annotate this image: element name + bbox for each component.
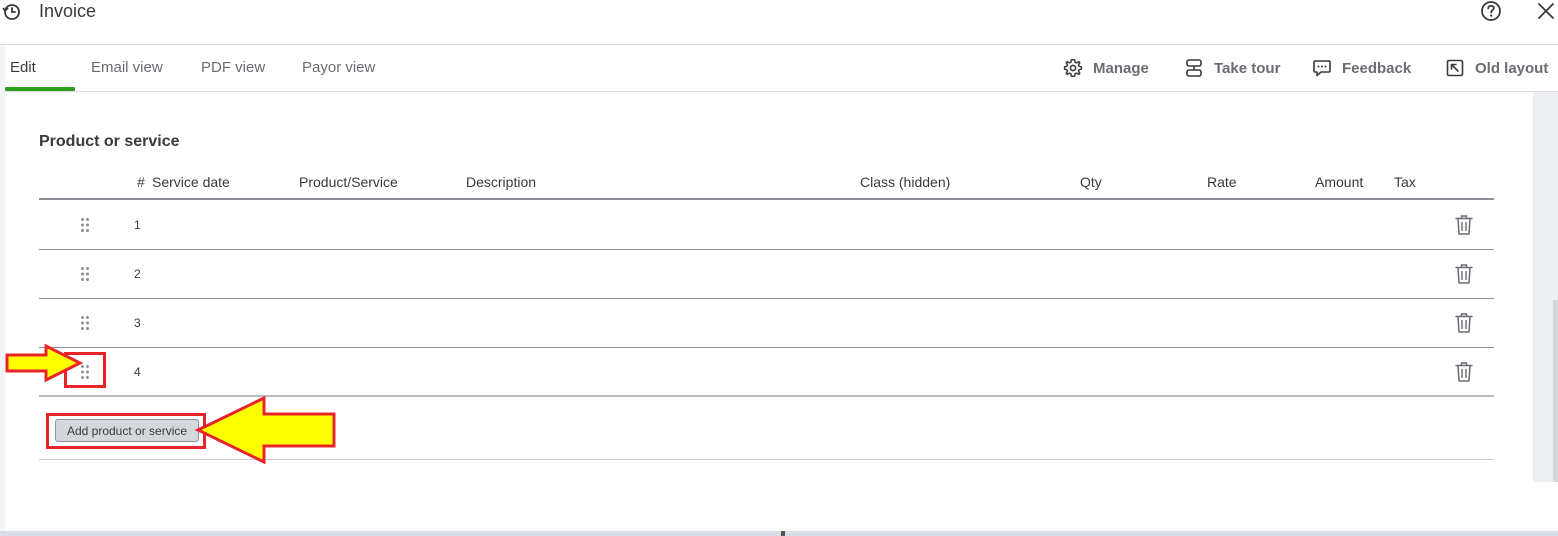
gear-icon [1063, 59, 1083, 77]
active-tab-indicator [5, 87, 75, 91]
feedback-button[interactable]: Feedback [1312, 57, 1411, 79]
invoice-window: Invoice Edit Email view PDF view Payor v… [0, 0, 1558, 536]
drag-handle-icon[interactable] [80, 217, 90, 233]
bottom-divider [0, 531, 1558, 536]
tab-pdf-view[interactable]: PDF view [201, 59, 265, 76]
scrollbar-thumb[interactable] [1553, 300, 1558, 482]
tab-edit[interactable]: Edit [10, 59, 36, 76]
resize-marker [781, 531, 785, 536]
tab-payor-view[interactable]: Payor view [302, 59, 375, 76]
old-layout-label: Old layout [1475, 59, 1549, 77]
table-header: # Service date Product/Service Descripti… [39, 172, 1494, 200]
annotation-box-add-button [46, 413, 206, 449]
tab-email-view[interactable]: Email view [91, 59, 163, 76]
drag-handle-icon[interactable] [80, 315, 90, 331]
old-layout-icon [1446, 59, 1464, 77]
feedback-label: Feedback [1342, 59, 1412, 77]
product-service-section: Product or service # Service date Produc… [5, 92, 1533, 532]
row-number: 1 [134, 218, 141, 232]
column-header-service-date[interactable]: Service date [152, 174, 230, 190]
column-header-rate[interactable]: Rate [1207, 174, 1237, 190]
column-header-description[interactable]: Description [466, 174, 536, 190]
row-number: 2 [134, 267, 141, 281]
history-icon[interactable] [2, 2, 22, 22]
trash-icon[interactable] [1455, 214, 1473, 236]
feedback-icon [1313, 60, 1331, 77]
table-row[interactable]: 4 [39, 348, 1494, 397]
arrow-annotation [5, 343, 84, 383]
title-bar: Invoice [0, 0, 1558, 45]
page-title: Invoice [39, 1, 97, 21]
trash-icon[interactable] [1455, 263, 1473, 285]
take-tour-label: Take tour [1214, 59, 1281, 77]
tour-icon [1186, 59, 1202, 77]
row-number: 4 [134, 365, 141, 379]
trash-icon[interactable] [1455, 361, 1473, 383]
take-tour-button[interactable]: Take tour [1184, 57, 1280, 79]
table-row[interactable]: 3 [39, 299, 1494, 348]
tabs-bar: Edit Email view PDF view Payor view Mana… [0, 45, 1558, 92]
manage-label: Manage [1093, 59, 1149, 77]
close-icon[interactable] [1536, 1, 1556, 21]
table-row[interactable]: 1 [39, 201, 1494, 250]
section-title: Product or service [39, 133, 180, 150]
drag-handle-icon[interactable] [80, 266, 90, 282]
column-header-product-service[interactable]: Product/Service [299, 174, 398, 190]
column-header-amount[interactable]: Amount [1315, 174, 1363, 190]
row-number: 3 [134, 316, 141, 330]
column-header-qty[interactable]: Qty [1080, 174, 1102, 190]
manage-button[interactable]: Manage [1063, 57, 1149, 79]
column-header-class[interactable]: Class (hidden) [860, 174, 950, 190]
trash-icon[interactable] [1455, 312, 1473, 334]
column-header-number: # [137, 174, 145, 190]
table-row[interactable]: 2 [39, 250, 1494, 299]
old-layout-button[interactable]: Old layout [1445, 57, 1548, 79]
help-icon[interactable] [1480, 0, 1502, 22]
arrow-annotation [194, 395, 336, 465]
column-header-tax[interactable]: Tax [1394, 174, 1416, 190]
